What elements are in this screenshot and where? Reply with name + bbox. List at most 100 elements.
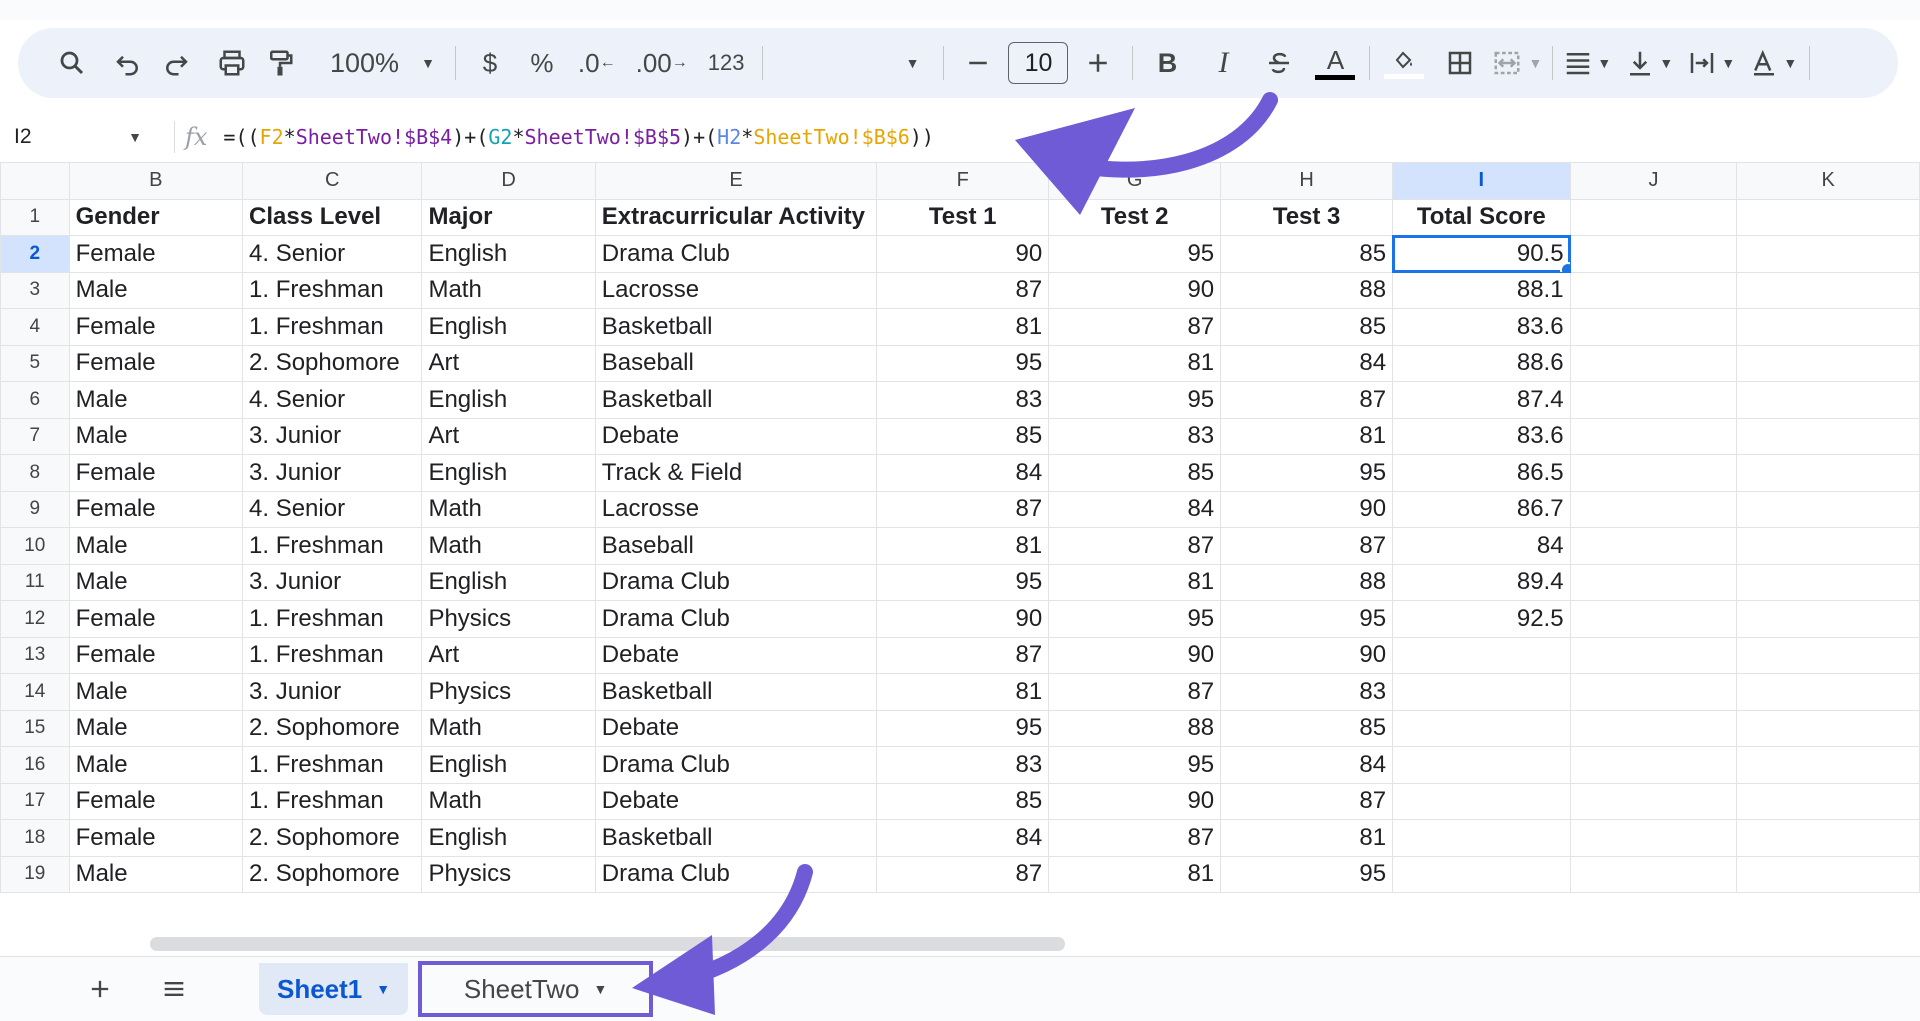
table-cell[interactable]: 81 — [1220, 417, 1394, 455]
row-header[interactable]: 3 — [0, 271, 70, 309]
table-cell[interactable]: 3. Junior — [242, 417, 423, 455]
table-cell[interactable]: 1. Freshman — [242, 308, 423, 346]
table-cell[interactable]: 2. Sophomore — [242, 819, 423, 857]
print-button[interactable] — [208, 39, 256, 87]
column-header-c[interactable]: C — [242, 162, 423, 200]
row-header[interactable]: 15 — [0, 709, 70, 747]
table-cell[interactable]: 95 — [1048, 600, 1222, 638]
table-cell[interactable] — [1392, 746, 1571, 784]
table-cell[interactable]: 81 — [876, 527, 1050, 565]
redo-button[interactable] — [152, 39, 200, 87]
table-cell[interactable]: English — [421, 563, 596, 601]
table-cell[interactable]: 90 — [1220, 490, 1394, 528]
table-cell[interactable]: 95 — [1220, 454, 1394, 492]
table-cell[interactable]: 2. Sophomore — [242, 344, 423, 382]
column-header-g[interactable]: G — [1048, 162, 1222, 200]
column-header-b[interactable]: B — [68, 162, 244, 200]
empty-cell[interactable] — [1736, 782, 1920, 820]
increase-font-size-button[interactable] — [1074, 39, 1122, 87]
row-header[interactable]: 12 — [0, 600, 70, 638]
empty-cell[interactable] — [1569, 782, 1738, 820]
empty-cell[interactable] — [1569, 600, 1738, 638]
active-cell[interactable]: 90.5 — [1391, 234, 1572, 273]
empty-cell[interactable] — [1569, 344, 1738, 382]
empty-cell[interactable] — [1736, 454, 1920, 492]
table-cell[interactable]: Male — [68, 709, 244, 747]
table-cell[interactable]: Basketball — [594, 308, 878, 346]
row-header[interactable]: 18 — [0, 819, 70, 857]
table-cell[interactable]: Basketball — [594, 673, 878, 711]
table-cell[interactable]: 95 — [876, 563, 1050, 601]
empty-cell[interactable] — [1569, 417, 1738, 455]
table-cell[interactable]: Debate — [594, 709, 878, 747]
table-cell[interactable]: 83 — [876, 381, 1050, 419]
table-cell[interactable]: 83 — [1220, 673, 1394, 711]
table-cell[interactable]: Baseball — [594, 344, 878, 382]
table-cell[interactable]: 1. Freshman — [242, 746, 423, 784]
empty-cell[interactable] — [1736, 563, 1920, 601]
table-cell[interactable]: Debate — [594, 782, 878, 820]
column-header-j[interactable]: J — [1569, 162, 1738, 200]
add-sheet-button[interactable] — [70, 965, 130, 1013]
table-cell[interactable]: 88 — [1220, 563, 1394, 601]
table-cell[interactable] — [1392, 782, 1571, 820]
row-header[interactable]: 13 — [0, 636, 70, 674]
table-cell[interactable]: 92.5 — [1392, 600, 1571, 638]
table-cell[interactable]: Female — [68, 636, 244, 674]
header-cell[interactable]: Extracurricular Activity — [594, 198, 878, 236]
table-cell[interactable]: 3. Junior — [242, 673, 423, 711]
row-header[interactable]: 6 — [0, 381, 70, 419]
formula-input[interactable]: =((F2*SheetTwo!$B$4)+(G2*SheetTwo!$B$5)+… — [223, 125, 934, 149]
empty-cell[interactable] — [1736, 709, 1920, 747]
table-cell[interactable]: 4. Senior — [242, 381, 423, 419]
table-cell[interactable]: 84 — [876, 819, 1050, 857]
header-cell[interactable]: Gender — [68, 198, 244, 236]
empty-cell[interactable] — [1736, 344, 1920, 382]
empty-cell[interactable] — [1569, 490, 1738, 528]
table-cell[interactable]: 89.4 — [1392, 563, 1571, 601]
table-cell[interactable]: 87 — [876, 271, 1050, 309]
table-cell[interactable]: 87 — [1048, 819, 1222, 857]
table-cell[interactable]: Female — [68, 235, 244, 273]
empty-cell[interactable] — [1736, 381, 1920, 419]
table-cell[interactable]: 87 — [1048, 527, 1222, 565]
text-rotation-button[interactable]: ▼ — [1749, 39, 1797, 87]
table-cell[interactable]: Track & Field — [594, 454, 878, 492]
table-cell[interactable]: Male — [68, 417, 244, 455]
table-cell[interactable]: 90 — [876, 600, 1050, 638]
table-cell[interactable]: 81 — [1048, 855, 1222, 893]
table-cell[interactable]: Drama Club — [594, 235, 878, 273]
empty-cell[interactable] — [1736, 819, 1920, 857]
header-cell[interactable]: Total Score — [1392, 198, 1571, 236]
font-size-input[interactable]: 10 — [1008, 42, 1069, 84]
table-cell[interactable]: Math — [421, 782, 596, 820]
table-cell[interactable]: 3. Junior — [242, 563, 423, 601]
table-cell[interactable]: 87 — [1220, 381, 1394, 419]
table-cell[interactable]: English — [421, 235, 596, 273]
table-cell[interactable]: Math — [421, 271, 596, 309]
table-cell[interactable]: 90 — [1048, 782, 1222, 820]
table-cell[interactable]: 88 — [1048, 709, 1222, 747]
table-cell[interactable]: 87 — [876, 636, 1050, 674]
table-cell[interactable]: Female — [68, 782, 244, 820]
strikethrough-button[interactable] — [1255, 39, 1303, 87]
paint-format-button[interactable] — [256, 39, 304, 87]
table-cell[interactable]: Female — [68, 308, 244, 346]
borders-button[interactable] — [1436, 39, 1484, 87]
table-cell[interactable]: 85 — [1048, 454, 1222, 492]
chevron-down-icon[interactable]: ▼ — [594, 981, 608, 997]
table-cell[interactable]: Female — [68, 454, 244, 492]
table-cell[interactable]: Male — [68, 746, 244, 784]
table-cell[interactable]: 88 — [1220, 271, 1394, 309]
table-cell[interactable]: 84 — [1220, 746, 1394, 784]
row-header[interactable]: 10 — [0, 527, 70, 565]
row-header[interactable]: 1 — [0, 198, 70, 236]
empty-cell[interactable] — [1569, 198, 1738, 236]
table-cell[interactable]: 84 — [876, 454, 1050, 492]
sheet-tab-sheet1[interactable]: Sheet1 ▼ — [259, 963, 409, 1015]
table-cell[interactable]: 87.4 — [1392, 381, 1571, 419]
empty-cell[interactable] — [1736, 271, 1920, 309]
table-cell[interactable]: 85 — [1220, 235, 1394, 273]
empty-cell[interactable] — [1736, 673, 1920, 711]
chevron-down-icon[interactable]: ▼ — [376, 981, 390, 997]
